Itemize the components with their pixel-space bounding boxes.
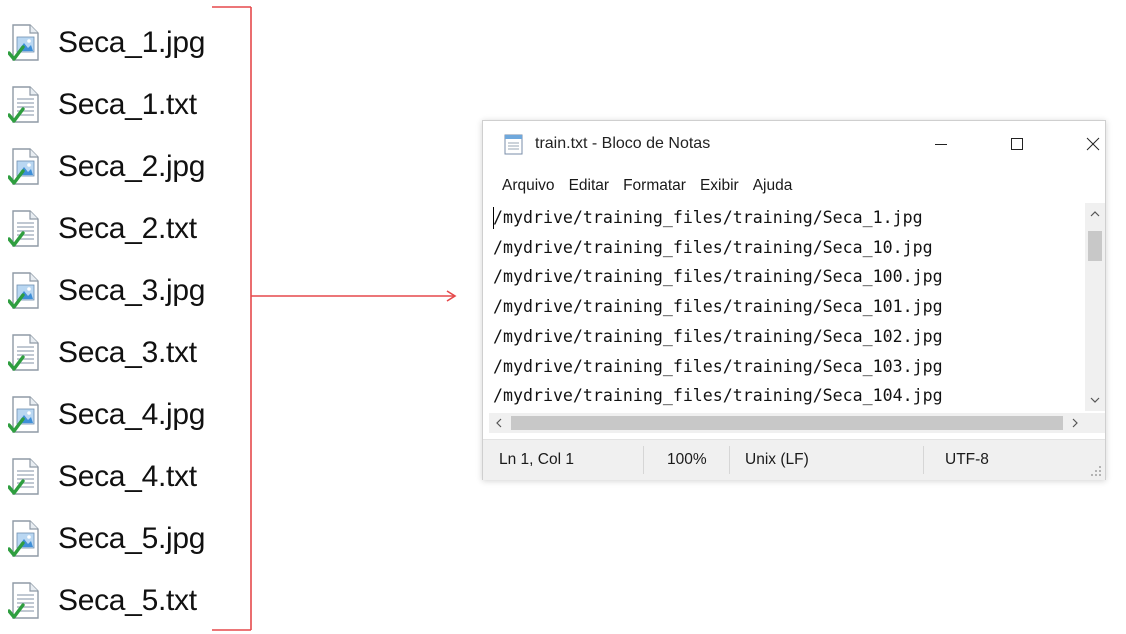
maximize-button[interactable]	[989, 121, 1045, 167]
file-name: Seca_2.txt	[58, 212, 197, 245]
text-caret	[493, 207, 494, 229]
text-line: /mydrive/training_files/training/Seca_10…	[493, 237, 933, 257]
text-file-icon	[8, 86, 39, 123]
file-name: Seca_3.jpg	[58, 274, 206, 307]
text-editor-area[interactable]: /mydrive/training_files/training/Seca_1.…	[489, 203, 1085, 411]
chevron-down-icon	[1090, 397, 1100, 403]
file-name: Seca_2.jpg	[58, 150, 206, 183]
image-file-icon	[8, 148, 39, 185]
menu-ajuda[interactable]: Ajuda	[746, 175, 800, 197]
text-line: /mydrive/training_files/training/Seca_10…	[493, 326, 943, 346]
file-item[interactable]: Seca_4.txt	[8, 446, 248, 508]
screenshot-canvas: Seca_1.jpg Seca_1.txt Seca_2.jpg Seca_2.txt…	[0, 0, 1126, 634]
notepad-window: train.txt - Bloco de Notas Arquivo Edita…	[482, 120, 1106, 480]
vertical-scroll-thumb[interactable]	[1088, 231, 1102, 261]
file-item[interactable]: Seca_4.jpg	[8, 384, 248, 446]
status-divider	[729, 446, 730, 474]
file-item[interactable]: Seca_5.txt	[8, 570, 248, 632]
menu-bar: Arquivo Editar Formatar Exibir Ajuda	[495, 173, 799, 199]
menu-exibir[interactable]: Exibir	[693, 175, 746, 197]
resize-grip-icon[interactable]	[1090, 465, 1102, 477]
file-name: Seca_5.txt	[58, 584, 197, 617]
chevron-left-icon	[496, 418, 502, 428]
text-file-icon	[8, 334, 39, 371]
file-item[interactable]: Seca_5.jpg	[8, 508, 248, 570]
status-line-ending: Unix (LF)	[745, 451, 809, 468]
image-file-icon	[8, 272, 39, 309]
notepad-app-icon	[504, 134, 523, 155]
text-file-icon	[8, 210, 39, 247]
status-divider	[923, 446, 924, 474]
image-file-icon	[8, 520, 39, 557]
status-cursor-position: Ln 1, Col 1	[499, 451, 574, 468]
minimize-button[interactable]	[913, 121, 969, 167]
maximize-icon	[1011, 138, 1023, 150]
text-line: /mydrive/training_files/training/Seca_10…	[493, 356, 943, 376]
horizontal-scrollbar[interactable]	[489, 413, 1085, 433]
scrollbar-corner	[1085, 413, 1105, 433]
file-list: Seca_1.jpg Seca_1.txt Seca_2.jpg Seca_2.txt…	[8, 12, 248, 632]
scroll-left-button[interactable]	[489, 413, 509, 433]
title-bar[interactable]: train.txt - Bloco de Notas	[483, 121, 1105, 167]
status-encoding: UTF-8	[945, 451, 989, 468]
status-bar: Ln 1, Col 1 100% Unix (LF) UTF-8	[483, 439, 1105, 480]
close-button[interactable]	[1065, 121, 1121, 167]
chevron-up-icon	[1090, 211, 1100, 217]
file-item[interactable]: Seca_2.txt	[8, 198, 248, 260]
menu-formatar[interactable]: Formatar	[616, 175, 693, 197]
file-item[interactable]: Seca_1.jpg	[8, 12, 248, 74]
text-line: /mydrive/training_files/training/Seca_10…	[493, 386, 943, 406]
image-file-icon	[8, 396, 39, 433]
image-file-icon	[8, 24, 39, 61]
horizontal-scroll-thumb[interactable]	[511, 416, 1063, 430]
text-line: /mydrive/training_files/training/Seca_10…	[493, 267, 943, 287]
arrow-head	[446, 290, 457, 302]
vertical-scrollbar[interactable]	[1085, 203, 1105, 411]
text-line: /mydrive/training_files/training/Seca_1.…	[493, 208, 923, 227]
file-item[interactable]: Seca_3.txt	[8, 322, 248, 384]
menu-editar[interactable]: Editar	[562, 175, 617, 197]
scroll-down-button[interactable]	[1085, 389, 1105, 411]
file-item[interactable]: Seca_2.jpg	[8, 136, 248, 198]
status-zoom: 100%	[667, 451, 707, 468]
file-name: Seca_4.jpg	[58, 398, 206, 431]
file-item[interactable]: Seca_1.txt	[8, 74, 248, 136]
minimize-icon	[935, 144, 947, 145]
text-file-icon	[8, 458, 39, 495]
file-item[interactable]: Seca_3.jpg	[8, 260, 248, 322]
file-name: Seca_5.jpg	[58, 522, 206, 555]
text-line: /mydrive/training_files/training/Seca_10…	[493, 297, 943, 317]
scroll-up-button[interactable]	[1085, 203, 1105, 225]
scroll-right-button[interactable]	[1065, 413, 1085, 433]
file-name: Seca_1.txt	[58, 88, 197, 121]
file-name: Seca_4.txt	[58, 460, 197, 493]
file-name: Seca_1.jpg	[58, 26, 206, 59]
text-file-icon	[8, 582, 39, 619]
window-title: train.txt - Bloco de Notas	[535, 135, 711, 152]
chevron-right-icon	[1072, 418, 1078, 428]
status-divider	[643, 446, 644, 474]
close-icon	[1086, 137, 1100, 151]
menu-arquivo[interactable]: Arquivo	[495, 175, 562, 197]
file-name: Seca_3.txt	[58, 336, 197, 369]
